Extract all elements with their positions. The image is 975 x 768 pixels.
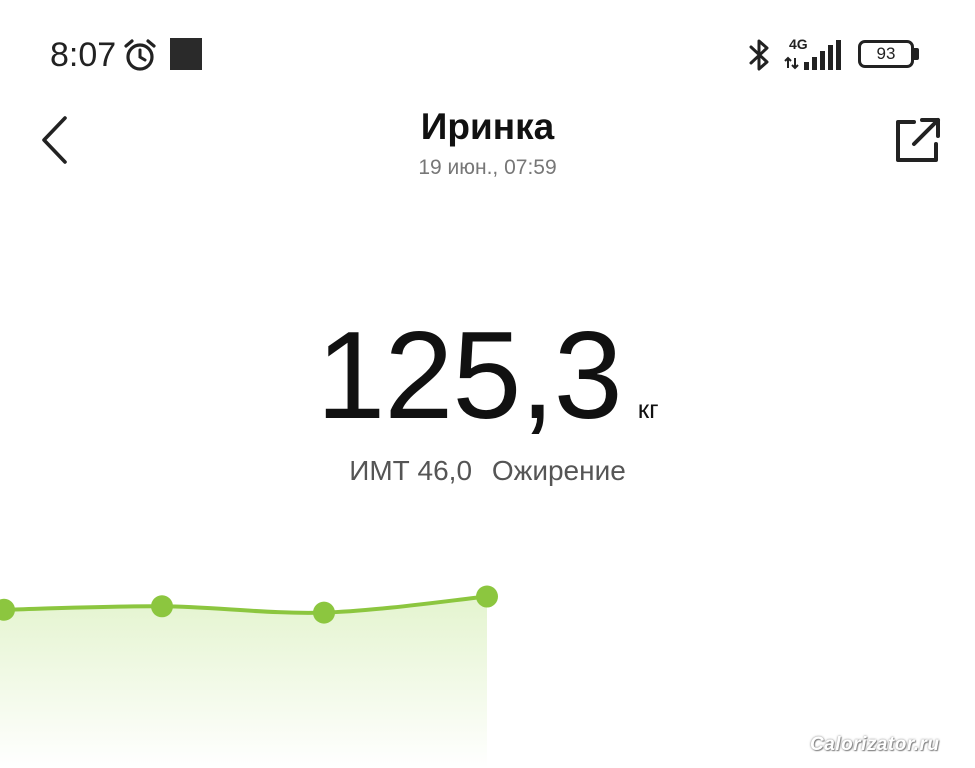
status-time: 8:07: [50, 36, 117, 74]
weight-display: 125,3 кг: [0, 306, 975, 446]
weight-value: 125,3: [316, 307, 622, 445]
bmi-category: Ожирение: [491, 455, 626, 486]
weight-unit: кг: [637, 394, 659, 424]
watermark: Calorizator.ru: [810, 734, 940, 755]
alarm-icon: [124, 39, 156, 71]
share-external-icon: [896, 118, 940, 162]
status-bar: 8:07 4G 93: [0, 0, 975, 100]
chart-point[interactable]: [476, 585, 498, 608]
measurement-datetime: 19 июн., 07:59: [418, 156, 557, 179]
signal-icon: [784, 40, 841, 70]
battery-cap: [914, 48, 919, 60]
chart-point[interactable]: [151, 595, 173, 618]
screen: 8:07 4G 93 Иринка 19 июн., 07:59 125,3 к…: [0, 0, 975, 768]
bluetooth-icon: [749, 39, 769, 71]
notification-square-icon: [170, 38, 202, 70]
share-button[interactable]: [888, 112, 946, 170]
page-title: Иринка: [420, 106, 555, 147]
chart-area: [0, 596, 487, 768]
bmi-value: ИМТ 46,0: [349, 455, 473, 486]
bmi-summary: ИМТ 46,0 Ожирение: [0, 452, 975, 490]
battery-level: 93: [876, 44, 896, 63]
chart-point[interactable]: [313, 601, 335, 624]
